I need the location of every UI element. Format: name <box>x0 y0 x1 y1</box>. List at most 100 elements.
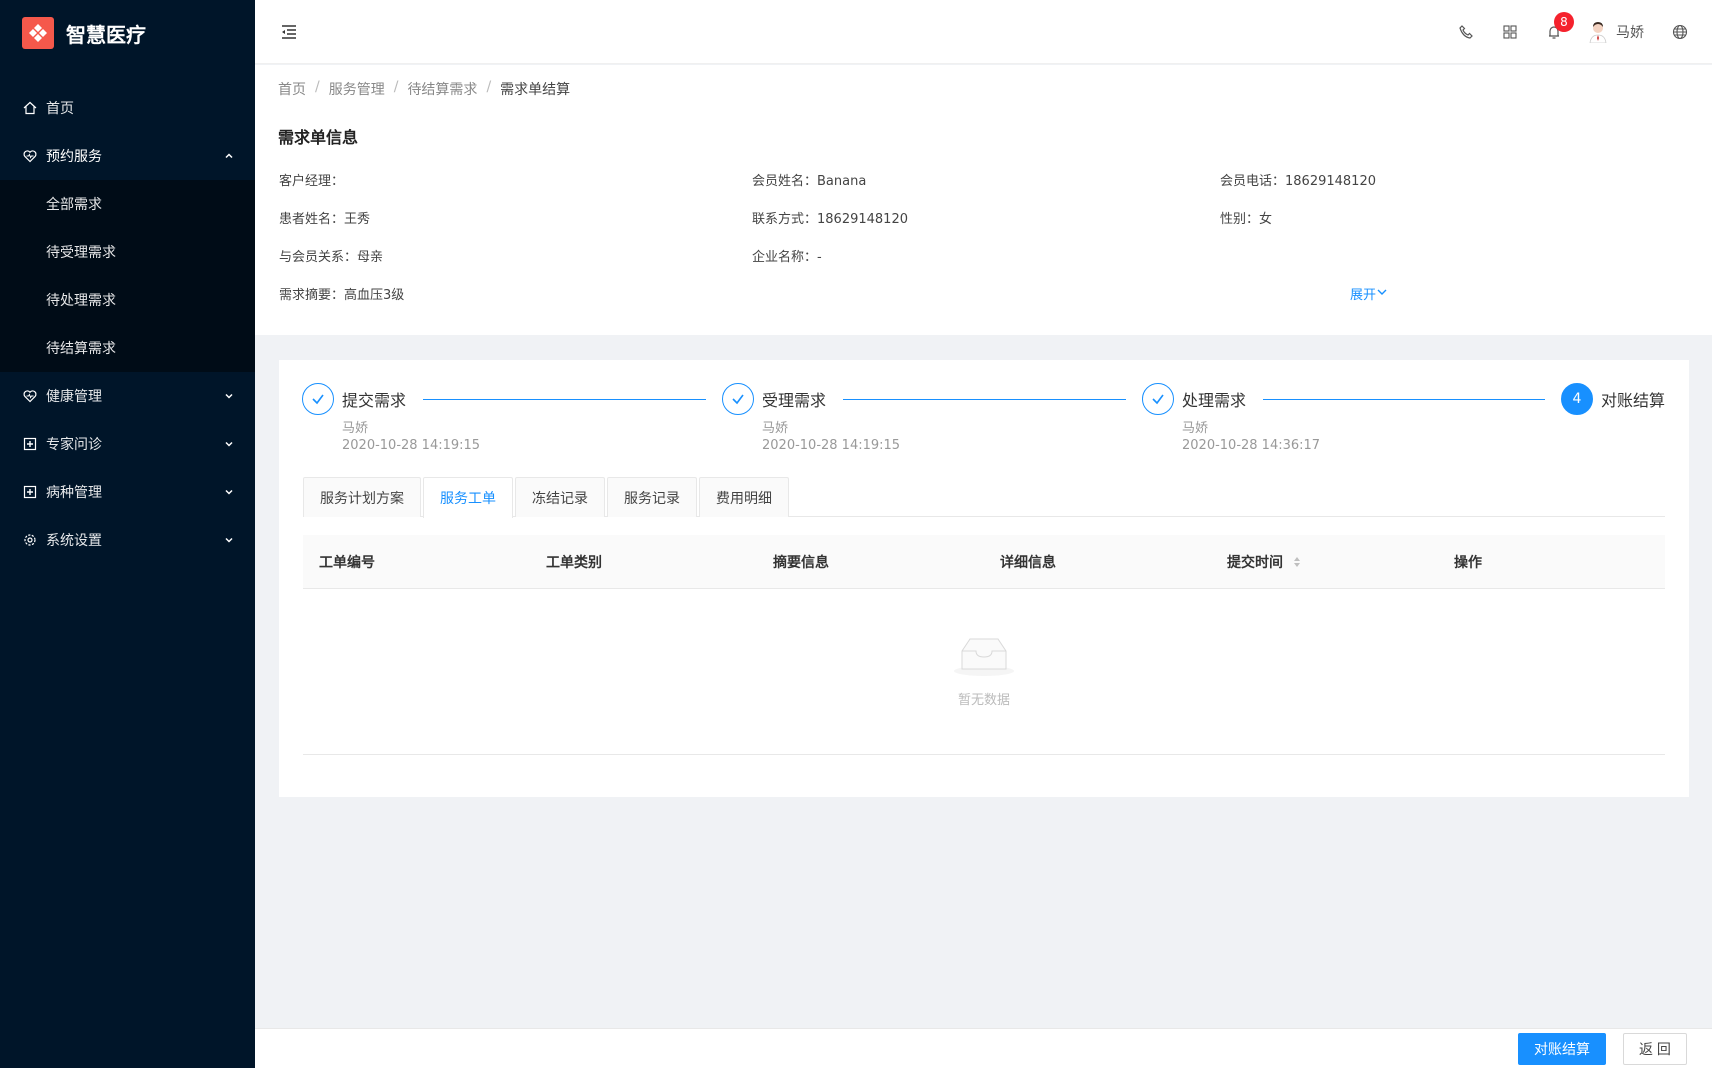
user-menu[interactable]: 马娇 <box>1588 21 1644 44</box>
field-label: 与会员关系： <box>279 250 358 265</box>
sidebar-item-label: 专家问诊 <box>46 437 102 453</box>
step-connector <box>843 399 1126 400</box>
chevron-down-icon <box>223 486 235 498</box>
breadcrumb-pending-settle[interactable]: 待结算需求 <box>407 79 477 99</box>
sidebar-item-label: 病种管理 <box>46 485 102 501</box>
breadcrumb-service-management[interactable]: 服务管理 <box>329 79 385 99</box>
step-title: 受理需求 <box>762 391 827 410</box>
column-header-label: 提交时间 <box>1227 554 1283 571</box>
column-header: 工单编号 <box>319 554 375 571</box>
expand-button[interactable]: 展开 <box>1350 284 1388 303</box>
sidebar-item-expert[interactable]: 专家问诊 <box>0 420 255 468</box>
user-name: 马娇 <box>1616 25 1644 41</box>
tab-service-work-order[interactable]: 服务工单 <box>423 477 513 518</box>
field-value: - <box>817 250 822 265</box>
field-contact: 联系方式：18629148120 <box>752 208 908 227</box>
step-connector <box>423 399 706 400</box>
step-title: 提交需求 <box>342 391 407 410</box>
step-time: 2020-10-28 14:36:17 <box>1182 438 1321 453</box>
step-time: 2020-10-28 14:19:15 <box>762 438 901 453</box>
sidebar-subitem-all[interactable]: 全部需求 <box>0 180 255 228</box>
breadcrumb-separator: / <box>315 79 320 95</box>
heart-pulse-icon <box>22 388 38 404</box>
sidebar-item-home[interactable]: 首页 <box>0 84 255 132</box>
sidebar-subitem-pending-settle[interactable]: 待结算需求 <box>0 324 255 372</box>
gear-icon <box>22 532 38 548</box>
bell-icon[interactable]: 8 <box>1544 12 1574 42</box>
field-label: 会员电话： <box>1220 174 1286 189</box>
expand-label: 展开 <box>1350 288 1377 303</box>
field-value: 高血压3级 <box>344 288 405 303</box>
field-value: 18629148120 <box>817 212 908 227</box>
app-name: 智慧医疗 <box>66 22 146 47</box>
sidebar-item-appointment[interactable]: 预约服务 <box>0 132 255 180</box>
step-person: 马娇 <box>342 421 369 436</box>
tab-freeze-records[interactable]: 冻结记录 <box>515 477 605 517</box>
menu-fold-icon[interactable] <box>279 22 299 42</box>
chevron-down-icon <box>223 390 235 402</box>
field-label: 会员姓名： <box>752 174 818 189</box>
breadcrumb-current: 需求单结算 <box>500 82 571 98</box>
field-member-phone: 会员电话：18629148120 <box>1220 170 1376 189</box>
logo[interactable]: 智慧医疗 <box>0 0 255 66</box>
process-card: 提交需求 马娇 2020-10-28 14:19:15 受理需求 马娇 2020… <box>279 360 1689 797</box>
back-button[interactable]: 返 回 <box>1623 1033 1687 1065</box>
page-title: 需求单信息 <box>278 128 359 147</box>
check-icon <box>722 383 754 415</box>
sort-icon[interactable] <box>1293 556 1301 568</box>
field-relation: 与会员关系：母亲 <box>279 246 383 265</box>
empty-text: 暂无数据 <box>957 693 1010 708</box>
sidebar-item-disease[interactable]: 病种管理 <box>0 468 255 516</box>
tab-service-records[interactable]: 服务记录 <box>607 477 697 517</box>
step-title: 对账结算 <box>1601 391 1666 410</box>
field-label: 客户经理： <box>279 174 345 189</box>
sidebar-subitem-pending-process[interactable]: 待处理需求 <box>0 276 255 324</box>
breadcrumb: 首页 / 服务管理 / 待结算需求 / 需求单结算 <box>278 79 570 99</box>
breadcrumb-separator: / <box>393 79 399 95</box>
field-value: 女 <box>1259 212 1273 227</box>
sidebar-item-health[interactable]: 健康管理 <box>0 372 255 420</box>
step-person: 马娇 <box>1182 421 1209 436</box>
phone-icon[interactable] <box>1456 22 1476 42</box>
chevron-up-icon <box>223 150 235 162</box>
column-header: 摘要信息 <box>773 554 829 571</box>
check-icon <box>302 383 334 415</box>
field-label: 性别： <box>1220 212 1260 227</box>
footer-action-bar: 对账结算 返 回 <box>255 1028 1712 1068</box>
field-patient-name: 患者姓名：王秀 <box>279 208 370 227</box>
chevron-down-icon <box>223 534 235 546</box>
field-value: 18629148120 <box>1285 174 1376 189</box>
sidebar-item-label: 系统设置 <box>46 533 102 549</box>
column-header: 详细信息 <box>1000 554 1056 571</box>
medical-plus-icon <box>22 436 38 452</box>
sidebar-item-label: 首页 <box>46 101 74 117</box>
column-header: 操作 <box>1454 554 1482 571</box>
order-info-card: 首页 / 服务管理 / 待结算需求 / 需求单结算 需求单信息 客户经理： 会员… <box>255 65 1712 335</box>
chevron-down-icon <box>223 438 235 450</box>
sidebar-subitem-pending-accept[interactable]: 待受理需求 <box>0 228 255 276</box>
chevron-down-icon <box>1376 286 1388 302</box>
column-header-submit-time[interactable]: 提交时间 <box>1211 552 1438 572</box>
sidebar-item-label: 预约服务 <box>46 149 102 165</box>
breadcrumb-home[interactable]: 首页 <box>278 79 306 99</box>
field-member-name: 会员姓名：Banana <box>752 170 866 189</box>
field-value: 母亲 <box>357 250 384 265</box>
tab-service-plan[interactable]: 服务计划方案 <box>303 477 421 517</box>
sidebar-item-settings[interactable]: 系统设置 <box>0 516 255 564</box>
logo-icon <box>22 17 54 49</box>
field-label: 需求摘要： <box>279 288 345 303</box>
sidebar: 智慧医疗 首页 预约服务 全部需求 待受理需求 待处理需求 待结算需求 健康管理… <box>0 0 255 1068</box>
settle-button[interactable]: 对账结算 <box>1518 1033 1606 1065</box>
table-header: 工单编号 工单类别 摘要信息 详细信息 提交时间 操作 <box>303 535 1665 589</box>
apps-grid-icon[interactable] <box>1500 22 1520 42</box>
home-icon <box>22 100 38 116</box>
step-time: 2020-10-28 14:19:15 <box>342 438 481 453</box>
tab-fee-details[interactable]: 费用明细 <box>699 477 789 517</box>
inbox-empty-icon <box>952 635 1016 677</box>
step-person: 马娇 <box>762 421 789 436</box>
globe-icon[interactable] <box>1670 22 1690 42</box>
step-title: 处理需求 <box>1182 391 1247 410</box>
avatar <box>1588 21 1608 44</box>
notification-badge: 8 <box>1554 12 1574 32</box>
breadcrumb-separator: / <box>486 79 492 95</box>
